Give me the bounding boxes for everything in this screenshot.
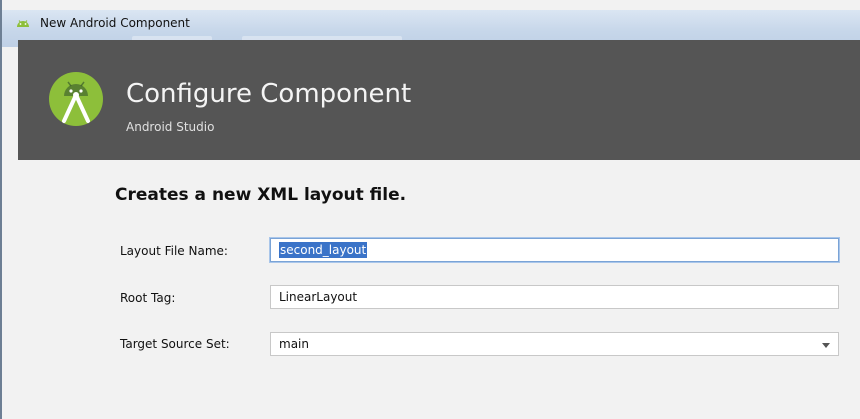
android-studio-logo-icon [49,72,103,126]
root-tag-value: LinearLayout [279,290,358,304]
form-panel: Creates a new XML layout file. Layout Fi… [18,160,860,419]
page-subtitle: Android Studio [126,120,215,134]
target-source-set-label: Target Source Set: [120,337,230,351]
dialog-window: New Android Component Configure Componen… [0,0,860,419]
page-title: Configure Component [126,79,412,109]
root-tag-input[interactable]: LinearLayout [270,285,839,309]
target-source-set-select[interactable]: main [270,332,839,356]
android-icon [17,20,29,27]
layout-file-name-label: Layout File Name: [120,244,228,258]
form-heading: Creates a new XML layout file. [115,185,407,205]
target-source-set-value: main [279,337,309,351]
layout-file-name-input[interactable]: second_layout [270,238,839,262]
wizard-header: Configure Component Android Studio [18,40,860,160]
root-tag-label: Root Tag: [120,291,176,305]
window-title: New Android Component [40,16,190,30]
chevron-down-icon[interactable] [822,343,830,348]
layout-file-name-value: second_layout [279,242,368,258]
